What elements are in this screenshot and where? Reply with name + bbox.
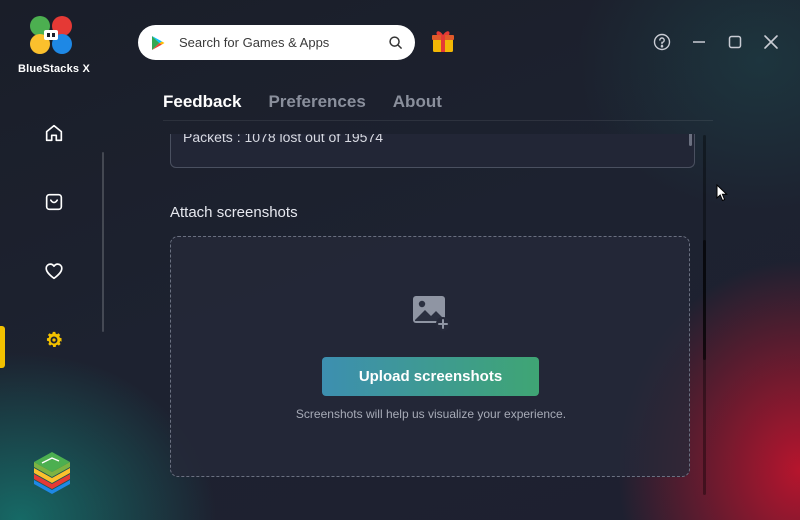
close-button[interactable] [761,32,781,52]
sidebar-item-favorites[interactable] [40,257,68,285]
sidebar-item-my-games[interactable] [40,188,68,216]
sidebar-item-settings[interactable] [40,326,68,354]
minimize-button[interactable] [689,32,709,52]
brand-name: BlueStacks X [17,63,91,75]
mouse-cursor-icon [716,184,728,202]
play-store-icon [152,35,165,50]
attach-screenshots-label: Attach screenshots [170,204,298,221]
home-icon [45,124,63,142]
sidebar: BlueStacks X [0,0,108,520]
gift-icon[interactable] [430,28,456,54]
content-scrollbar-thumb[interactable] [703,240,706,360]
my-games-icon [45,193,63,211]
heart-icon [45,263,63,280]
search-input[interactable] [179,35,388,50]
search-icon[interactable] [388,35,403,50]
maximize-icon [728,35,742,49]
close-icon [764,35,778,49]
upload-hint: Screenshots will help us visualize your … [295,407,567,421]
network-info-scrollbar[interactable] [689,134,692,146]
sidebar-item-home[interactable] [40,119,68,147]
gear-icon [46,331,62,347]
tab-about[interactable]: About [393,92,442,112]
packets-info: Packets : 1078 lost out of 19574 [183,134,384,145]
bluestacks-x-logo-icon[interactable] [28,15,74,55]
add-image-icon [413,296,450,331]
bluestacks-player-icon[interactable] [28,450,76,498]
settings-tabs: Feedback Preferences About [163,92,442,112]
tab-preferences[interactable]: Preferences [268,92,365,112]
search-bar[interactable] [138,25,415,60]
help-icon [653,33,671,51]
upload-screenshots-button[interactable]: Upload screenshots [322,357,539,396]
sidebar-divider [102,152,104,332]
tabs-divider [163,120,713,121]
active-indicator [0,326,5,368]
screenshot-dropzone[interactable]: Upload screenshots Screenshots will help… [170,236,690,477]
maximize-button[interactable] [725,32,745,52]
minimize-icon [693,41,705,43]
network-info-box[interactable]: Packets : 1078 lost out of 19574 [170,134,695,168]
tab-feedback[interactable]: Feedback [163,92,241,112]
feedback-panel: Packets : 1078 lost out of 19574 Attach … [163,134,703,494]
help-button[interactable] [652,32,672,52]
